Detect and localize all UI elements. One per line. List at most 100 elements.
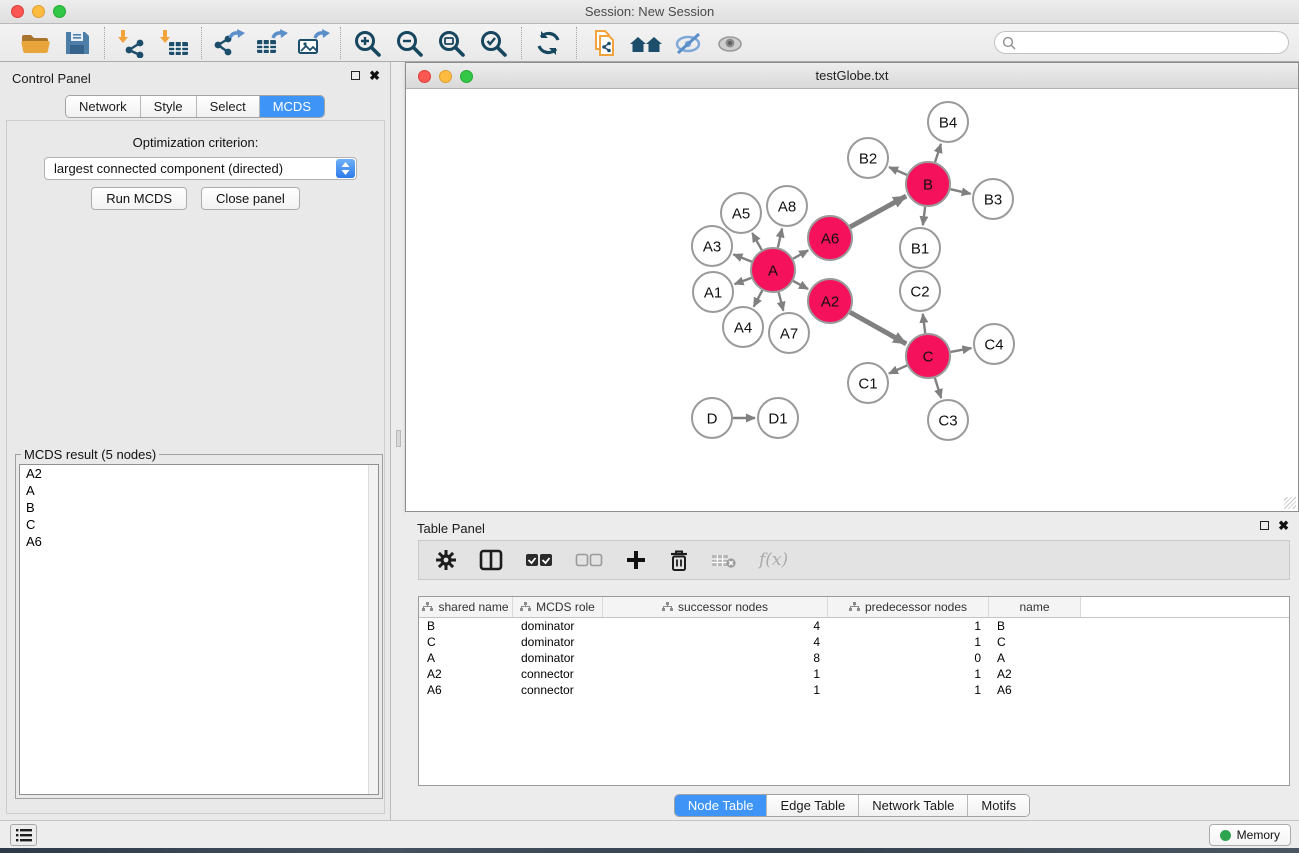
tab-edge-table[interactable]: Edge Table xyxy=(766,795,858,816)
edge-A-A8[interactable] xyxy=(778,228,782,247)
unselect-all-columns-icon[interactable] xyxy=(575,553,603,567)
duplicate-network-icon[interactable] xyxy=(586,27,622,59)
table-row[interactable]: A2connector11A2 xyxy=(419,666,1289,682)
edge-A-A4[interactable] xyxy=(754,290,763,306)
column-header-successor-nodes[interactable]: successor nodes xyxy=(603,597,828,617)
hide-eye-icon[interactable] xyxy=(670,27,706,59)
tab-mcds[interactable]: MCDS xyxy=(259,96,324,117)
select-all-columns-icon[interactable] xyxy=(525,553,553,567)
export-table-icon[interactable] xyxy=(253,27,289,59)
edge-A-A3[interactable] xyxy=(733,254,751,261)
show-eye-icon[interactable] xyxy=(712,27,748,59)
open-session-icon[interactable] xyxy=(17,27,53,59)
column-header-shared-name[interactable]: shared name xyxy=(419,597,513,617)
main-toolbar xyxy=(0,24,1299,62)
memory-button[interactable]: Memory xyxy=(1209,824,1291,846)
add-column-icon[interactable] xyxy=(625,549,647,571)
tab-network-table[interactable]: Network Table xyxy=(858,795,967,816)
tab-motifs[interactable]: Motifs xyxy=(967,795,1029,816)
node-label-A2: A2 xyxy=(821,294,839,311)
save-session-icon[interactable] xyxy=(59,27,95,59)
result-list-scrollbar[interactable] xyxy=(368,465,378,794)
tab-network[interactable]: Network xyxy=(66,96,140,117)
table-settings-gear-icon[interactable] xyxy=(435,549,457,571)
tab-style[interactable]: Style xyxy=(140,96,196,117)
mcds-result-item[interactable]: A xyxy=(20,482,378,499)
network-canvas[interactable]: AA1A2A3A4A5A6A7A8BB1B2B3B4CC1C2C3C4DD1 xyxy=(407,89,1298,511)
node-label-C: C xyxy=(923,349,934,366)
edge-B-B4[interactable] xyxy=(935,144,941,162)
mcds-result-list[interactable]: A2ABCA6 xyxy=(19,464,379,795)
node-label-A4: A4 xyxy=(734,320,752,337)
node-table[interactable]: shared nameMCDS rolesuccessor nodesprede… xyxy=(418,596,1290,786)
column-header-MCDS-role[interactable]: MCDS role xyxy=(513,597,603,617)
table-cell: connector xyxy=(513,666,603,682)
tab-node-table[interactable]: Node Table xyxy=(675,795,767,816)
edge-C-C4[interactable] xyxy=(951,348,972,352)
search-icon xyxy=(1002,36,1016,50)
edge-A-A1[interactable] xyxy=(735,278,752,284)
table-row[interactable]: Bdominator41B xyxy=(419,618,1289,634)
optimization-criterion-select[interactable]: largest connected component (directed) xyxy=(44,157,357,180)
mcds-result-title: MCDS result (5 nodes) xyxy=(21,447,159,462)
edge-B-B2[interactable] xyxy=(889,167,907,175)
edge-B-B3[interactable] xyxy=(950,189,970,194)
edge-A6-B[interactable] xyxy=(850,196,906,227)
mcds-result-item[interactable]: A6 xyxy=(20,533,378,550)
table-row[interactable]: Adominator80A xyxy=(419,650,1289,666)
float-panel-icon[interactable] xyxy=(351,71,360,80)
edge-C-C1[interactable] xyxy=(889,365,907,373)
mcds-result-item[interactable]: A2 xyxy=(20,465,378,482)
control-panel: Control Panel ✖ NetworkStyleSelectMCDS O… xyxy=(0,62,391,820)
edge-A-A7[interactable] xyxy=(779,292,784,310)
table-row[interactable]: A6connector11A6 xyxy=(419,682,1289,698)
network-window-titlebar[interactable]: testGlobe.txt xyxy=(406,63,1298,89)
run-mcds-button[interactable]: Run MCDS xyxy=(91,187,187,210)
node-label-B3: B3 xyxy=(984,192,1002,209)
vertical-splitter-handle[interactable] xyxy=(396,430,401,447)
home-networks-icon[interactable] xyxy=(628,27,664,59)
edge-A-A6[interactable] xyxy=(793,250,808,259)
memory-label: Memory xyxy=(1237,828,1280,842)
task-history-list-icon[interactable] xyxy=(10,824,37,846)
zoom-in-icon[interactable] xyxy=(350,27,386,59)
status-bar: Memory xyxy=(0,820,1299,848)
search-field[interactable] xyxy=(994,31,1289,54)
mcds-result-item[interactable]: B xyxy=(20,499,378,516)
table-cell: C xyxy=(989,634,1081,650)
window-resize-grip[interactable] xyxy=(1284,497,1296,509)
float-table-panel-icon[interactable] xyxy=(1260,521,1269,530)
delete-column-icon[interactable] xyxy=(669,549,689,572)
split-columns-icon[interactable] xyxy=(479,549,503,571)
zoom-fit-icon[interactable] xyxy=(434,27,470,59)
close-panel-icon[interactable]: ✖ xyxy=(369,70,380,81)
table-row[interactable]: Cdominator41C xyxy=(419,634,1289,650)
import-table-icon[interactable] xyxy=(156,27,192,59)
table-toolbar: f(x) xyxy=(418,540,1290,580)
refresh-icon[interactable] xyxy=(531,27,567,59)
edge-C-C2[interactable] xyxy=(923,314,925,333)
search-input[interactable] xyxy=(1016,36,1288,50)
edge-A-A5[interactable] xyxy=(752,233,761,250)
close-table-panel-icon[interactable]: ✖ xyxy=(1278,520,1289,531)
table-cell: A6 xyxy=(419,682,513,698)
table-cell: dominator xyxy=(513,634,603,650)
tab-select[interactable]: Select xyxy=(196,96,259,117)
node-label-A6: A6 xyxy=(821,231,839,248)
export-network-icon[interactable] xyxy=(211,27,247,59)
mcds-result-item[interactable]: C xyxy=(20,516,378,533)
close-panel-button[interactable]: Close panel xyxy=(201,187,300,210)
column-header-name[interactable]: name xyxy=(989,597,1081,617)
node-label-B1: B1 xyxy=(911,241,929,258)
zoom-selected-icon[interactable] xyxy=(476,27,512,59)
edge-A-A2[interactable] xyxy=(793,281,808,289)
export-image-icon[interactable] xyxy=(295,27,331,59)
edge-B-B1[interactable] xyxy=(923,207,925,225)
column-header-predecessor-nodes[interactable]: predecessor nodes xyxy=(828,597,989,617)
table-cell: dominator xyxy=(513,618,603,634)
import-network-icon[interactable] xyxy=(114,27,150,59)
edge-C-C3[interactable] xyxy=(935,378,941,398)
table-cell: 8 xyxy=(603,650,828,666)
zoom-out-icon[interactable] xyxy=(392,27,428,59)
edge-A2-C[interactable] xyxy=(850,312,906,344)
